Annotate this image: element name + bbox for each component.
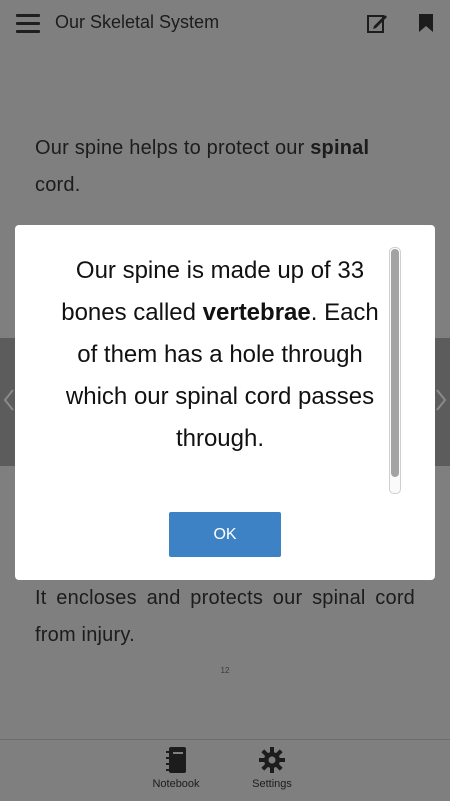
page-title: Our Skeletal System bbox=[55, 12, 220, 32]
app-header: Our Skeletal System bbox=[0, 0, 450, 46]
modal-scroll-thumb[interactable] bbox=[391, 249, 399, 477]
previous-page-arrow-icon[interactable] bbox=[2, 388, 16, 412]
tab-settings-label: Settings bbox=[252, 778, 292, 790]
modal-message: Our spine is made up of 33 bones called … bbox=[61, 257, 379, 452]
gear-icon bbox=[259, 747, 285, 773]
modal-scrollbar[interactable] bbox=[389, 247, 401, 494]
content-paragraph-bottom: It encloses and protects our spinal cord… bbox=[35, 587, 415, 646]
tab-settings[interactable]: Settings bbox=[237, 746, 307, 790]
hamburger-menu-icon[interactable] bbox=[16, 14, 40, 33]
ok-button[interactable]: OK bbox=[169, 512, 281, 557]
content-paragraph-top: Our spine helps to protect our spinal cor… bbox=[35, 137, 370, 196]
notebook-icon bbox=[166, 747, 186, 773]
bottom-toolbar: Notebook Settings bbox=[0, 739, 450, 801]
page-number: 12 bbox=[220, 666, 230, 675]
info-modal: Our spine is made up of 33 bones called … bbox=[15, 225, 435, 580]
next-page-arrow-icon[interactable] bbox=[434, 388, 448, 412]
tab-notebook-label: Notebook bbox=[152, 778, 200, 790]
tab-notebook[interactable]: Notebook bbox=[141, 746, 211, 790]
bookmark-icon[interactable] bbox=[418, 13, 434, 33]
edit-note-icon[interactable] bbox=[366, 12, 388, 34]
